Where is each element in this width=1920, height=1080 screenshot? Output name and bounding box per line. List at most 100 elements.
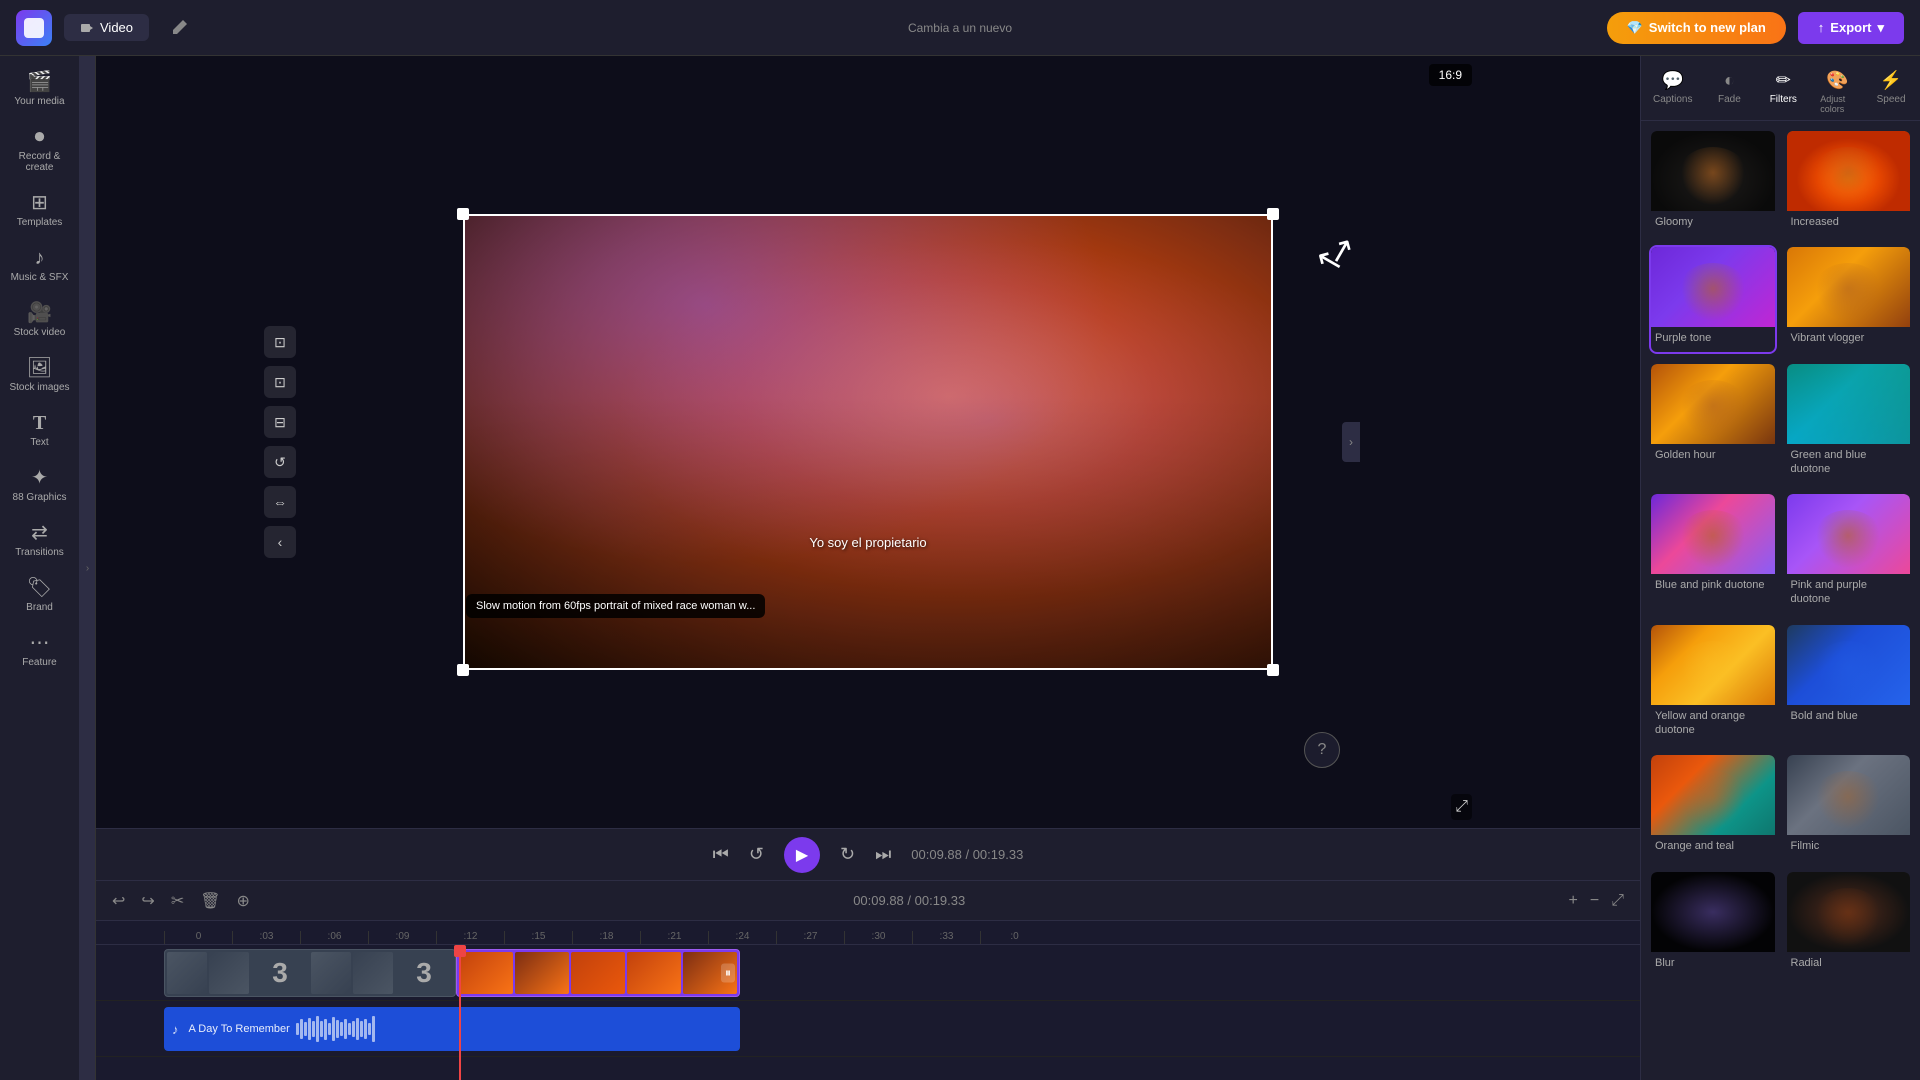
ruler-marks: 0 :03 :06 :09 :12 :15 :18 :21 :24 :27 :3… [164, 931, 1048, 944]
filter-thumb-pinkpurple [1787, 494, 1911, 574]
video-clip-1[interactable]: 3 3 [164, 949, 456, 997]
timeline-cut-button[interactable]: ✂ [167, 887, 188, 915]
help-button[interactable]: ? [1304, 732, 1340, 768]
timeline-tracks[interactable]: 3 3 [96, 945, 1640, 1080]
sidebar-item-stock-images[interactable]: 🖼 Stock images [4, 350, 76, 401]
timeline-zoom-in-button[interactable]: + [1565, 888, 1582, 914]
rotate-button[interactable]: ↺ [264, 446, 296, 478]
ruler-mark-4: :12 [436, 931, 504, 944]
sidebar-item-transitions[interactable]: ⇄ Transitions [4, 515, 76, 566]
captions-label: Captions [1653, 94, 1692, 105]
help-icon[interactable]: ? [1304, 732, 1340, 768]
filter-item-filmic[interactable]: Filmic [1785, 753, 1913, 861]
sidebar-item-feature[interactable]: ⋯ Feature [4, 625, 76, 676]
adjust-colors-label: Adjust colors [1820, 94, 1854, 114]
adjust-colors-icon: 🎨 [1826, 70, 1848, 91]
sidebar-expand-button[interactable]: › [80, 56, 96, 1080]
timeline-add-button[interactable]: ⊕ [233, 887, 254, 915]
timeline-delete-button[interactable]: 🗑 [196, 887, 224, 915]
crop-button[interactable]: ⊡ [264, 366, 296, 398]
filter-item-gloomy[interactable]: Gloomy [1649, 129, 1777, 237]
sidebar-item-graphics[interactable]: ✦ 88 Graphics [4, 460, 76, 511]
filter-item-pink-purple-duotone[interactable]: Pink and purple duotone [1785, 492, 1913, 615]
filter-item-green-blue-duotone[interactable]: Green and blue duotone [1785, 362, 1913, 485]
filter-item-golden-hour[interactable]: Golden hour [1649, 362, 1777, 485]
sidebar-label-transitions: Transitions [15, 547, 64, 558]
app-logo[interactable] [16, 10, 52, 46]
filter-label-increased: Increased [1787, 211, 1911, 235]
filter-item-increased[interactable]: Increased [1785, 129, 1913, 237]
filter-item-orange-teal[interactable]: Orange and teal [1649, 753, 1777, 861]
fade-icon: ◐ [1724, 70, 1735, 91]
export-chevron-icon: ▾ [1877, 20, 1884, 36]
tab-filters[interactable]: ✏ Filters [1758, 64, 1808, 120]
fit-to-screen-button[interactable]: ⊡ [264, 326, 296, 358]
filter-list[interactable]: Gloomy Increased Purple tone [1641, 121, 1920, 1080]
filter-item-radial[interactable]: Radial [1785, 870, 1913, 978]
video-tab-icon [80, 21, 94, 35]
tab-video[interactable]: Video [64, 14, 149, 41]
sidebar-item-brand[interactable]: 🏷 Brand [4, 570, 76, 621]
sidebar-item-templates[interactable]: ⊞ Templates [4, 185, 76, 236]
filter-item-blur[interactable]: Blur [1649, 870, 1777, 978]
export-button[interactable]: ↑ Export ▾ [1798, 12, 1904, 44]
video-track-content[interactable]: 3 3 [164, 945, 1640, 1000]
filter-item-vibrant-vlogger[interactable]: Vibrant vlogger [1785, 245, 1913, 353]
fade-label: Fade [1718, 94, 1741, 105]
tab-fade[interactable]: ◐ Fade [1704, 64, 1754, 120]
clip-thumb-1b [209, 952, 249, 994]
timeline-undo-button[interactable]: ↩ [108, 887, 129, 915]
skip-forward-button[interactable]: ⏭ [875, 844, 891, 865]
clip-thumb-2b [515, 952, 569, 994]
filter-item-bold-blue[interactable]: Bold and blue [1785, 623, 1913, 746]
tab-adjust-colors[interactable]: 🎨 Adjust colors [1812, 64, 1862, 120]
clip-pause-button[interactable]: ⏸ [721, 964, 735, 983]
sidebar-item-stock-video[interactable]: 🎥 Stock video [4, 295, 76, 346]
flip-button[interactable]: ⇔ [264, 486, 296, 518]
resize-button[interactable]: ⊟ [264, 406, 296, 438]
timeline-redo-button[interactable]: ↪ [137, 887, 158, 915]
export-icon: ↑ [1818, 20, 1825, 35]
waveform-bar [328, 1023, 331, 1036]
play-button[interactable]: ▶ [784, 837, 820, 873]
chevron-left-btn[interactable]: ‹ [264, 526, 296, 558]
fullscreen-button[interactable]: ⤢ [1451, 794, 1472, 820]
filter-thumb-blur [1651, 872, 1775, 952]
switch-plan-button[interactable]: 💎 Switch to new plan [1607, 12, 1786, 44]
main-content: 🎬 Your media ⏺ Record & create ⊞ Templat… [0, 56, 1920, 1080]
forward-5s-button[interactable]: ↻ [840, 844, 855, 865]
audio-track-row: ♪ A Day To Remember [96, 1001, 1640, 1057]
audio-clip[interactable]: ♪ A Day To Remember [164, 1007, 740, 1051]
filter-label-yellow-orange-duotone: Yellow and orange duotone [1651, 705, 1775, 744]
graphics-icon: ✦ [31, 468, 48, 488]
sidebar-item-music-sfx[interactable]: ♪ Music & SFX [4, 240, 76, 291]
edit-icon[interactable] [169, 18, 189, 38]
panel-collapse-button[interactable]: › [1342, 422, 1360, 462]
filter-grid: Gloomy Increased Purple tone [1649, 129, 1912, 978]
handle-top-left[interactable] [457, 208, 469, 220]
greenblue-overlay [1787, 364, 1911, 444]
timeline-fit-button[interactable]: ⤢ [1607, 888, 1628, 914]
audio-track-content[interactable]: ♪ A Day To Remember [164, 1001, 1640, 1056]
tab-speed[interactable]: ⚡ Speed [1866, 64, 1916, 120]
skip-back-button[interactable]: ⏮ [713, 844, 729, 865]
tab-captions[interactable]: 💬 Captions [1645, 64, 1700, 120]
filter-label-purple-tone: Purple tone [1651, 327, 1775, 351]
filter-item-yellow-orange-duotone[interactable]: Yellow and orange duotone [1649, 623, 1777, 746]
sidebar-label-templates: Templates [17, 217, 63, 228]
filter-item-purple-tone[interactable]: Purple tone [1649, 245, 1777, 353]
rewind-5s-button[interactable]: ↺ [749, 844, 764, 865]
timeline-zoom-out-button[interactable]: − [1586, 888, 1603, 914]
cursor-right: ↗ [1324, 228, 1360, 272]
handle-bottom-right[interactable] [1267, 664, 1279, 676]
sidebar-item-your-media[interactable]: 🎬 Your media [4, 64, 76, 115]
handle-bottom-left[interactable] [457, 664, 469, 676]
filter-thumb-increased [1787, 131, 1911, 211]
sidebar-item-text[interactable]: T Text [4, 405, 76, 456]
sidebar-item-record-create[interactable]: ⏺ Record & create [4, 119, 76, 181]
waveform-bar [344, 1019, 347, 1039]
sidebar-label-your-media: Your media [14, 96, 64, 107]
handle-top-right[interactable] [1267, 208, 1279, 220]
filter-item-blue-pink-duotone[interactable]: Blue and pink duotone [1649, 492, 1777, 615]
video-clip-2[interactable]: ⏸ [456, 949, 740, 997]
